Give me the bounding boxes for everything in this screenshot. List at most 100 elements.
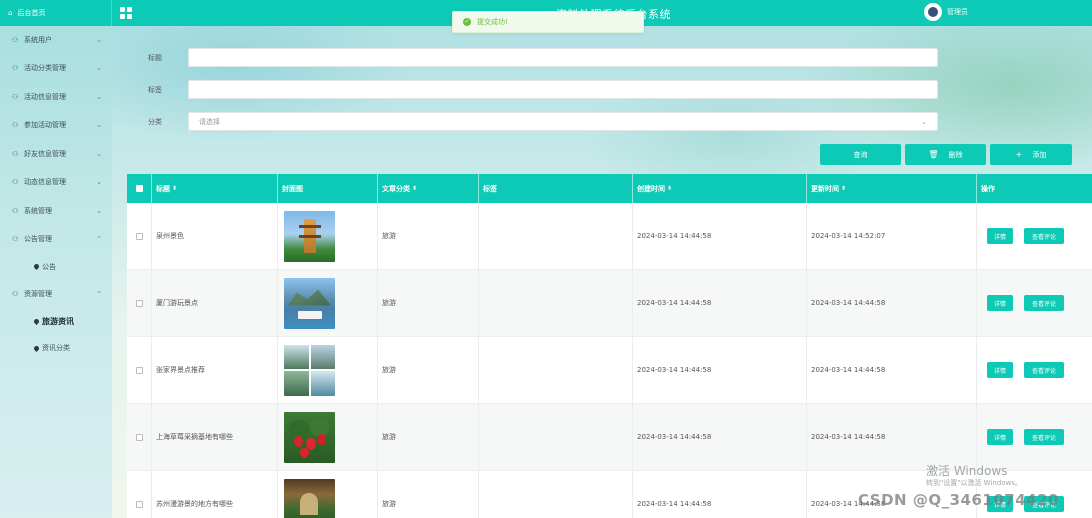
created-cell: 2024-03-14 14:44:58: [633, 471, 807, 518]
home-link[interactable]: ⌂ 后台首页: [0, 0, 112, 26]
detail-button[interactable]: 详情: [987, 228, 1013, 244]
sidebar-item-label: 好友信息管理: [24, 149, 66, 158]
main-content: 标题 标签 分类 请选择 ⌄ 查询 🗑 删除 + 添加 标题 ⬍ 封面图 文章分类…: [112, 26, 1092, 518]
chevron-down-icon: ⌄: [96, 92, 102, 101]
col-actions: 操作: [977, 174, 1092, 203]
created-cell: 2024-03-14 14:44:58: [633, 337, 807, 403]
sidebar-item-activity-category[interactable]: ⚇ 活动分类管理 ⌄: [0, 54, 112, 83]
sidebar: ⚇ 系统用户 ⌄ ⚇ 活动分类管理 ⌄ ⚇ 活动信息管理 ⌄ ⚇ 参加活动管理 ⌄ ⚇ 好友信息管…: [0, 26, 112, 518]
row-checkbox[interactable]: [135, 433, 143, 441]
chevron-down-icon: ⌄: [96, 149, 102, 158]
row-select-cell: [127, 337, 152, 403]
title-cell: 厦门游玩景点: [152, 270, 278, 336]
sidebar-item-activity-info[interactable]: ⚇ 活动信息管理 ⌄: [0, 83, 112, 112]
sidebar-item-dynamics[interactable]: ⚇ 动态信息管理 ⌄: [0, 168, 112, 197]
sidebar-subitem-travel-news[interactable]: 旅游资讯: [0, 309, 112, 336]
chevron-down-icon: ⌄: [96, 178, 102, 186]
col-created[interactable]: 创建时间 ⬍: [633, 174, 807, 203]
cover-image-strawberry[interactable]: [284, 411, 335, 463]
tag-input[interactable]: [188, 80, 938, 99]
col-title[interactable]: 标题 ⬍: [152, 174, 278, 203]
view-comments-button[interactable]: 查看评论: [1024, 295, 1064, 311]
user-name: 管理员: [947, 8, 968, 16]
cover-cell: [278, 203, 378, 269]
row-checkbox[interactable]: [135, 500, 143, 508]
detail-button[interactable]: 详情: [987, 295, 1013, 311]
header-label: 封面图: [282, 184, 303, 193]
title-cell: 张家界景点推荐: [152, 337, 278, 403]
menu-grid-icon[interactable]: [120, 7, 132, 19]
add-button[interactable]: + 添加: [990, 144, 1072, 165]
sidebar-item-resource-manage[interactable]: ⚇ 资源管理 ⌃: [0, 280, 112, 309]
sidebar-item-label: 公告管理: [24, 235, 52, 244]
row-checkbox[interactable]: [135, 299, 143, 307]
cover-image-boat[interactable]: [284, 277, 335, 329]
cover-image-pagoda[interactable]: [284, 210, 335, 262]
cover-cell: [278, 270, 378, 336]
menu-icon: ⚇: [12, 92, 19, 101]
delete-button[interactable]: 🗑 删除: [905, 144, 986, 165]
category-label: 分类: [148, 117, 162, 126]
col-tag: 标签: [479, 174, 633, 203]
chevron-down-icon: ⌄: [96, 64, 102, 72]
col-updated[interactable]: 更新时间 ⬍: [807, 174, 977, 203]
query-button[interactable]: 查询: [820, 144, 901, 165]
menu-icon: ⚇: [12, 121, 19, 130]
updated-cell: 2024-03-14 14:44:58: [807, 337, 977, 403]
title-label: 标题: [148, 53, 162, 62]
view-comments-button[interactable]: 查看评论: [1024, 228, 1064, 244]
sidebar-item-friends[interactable]: ⚇ 好友信息管理 ⌄: [0, 140, 112, 169]
actions-cell: 详情 查看评论: [977, 404, 1092, 470]
tag-cell: [479, 337, 633, 403]
home-label: 后台首页: [17, 9, 46, 17]
sidebar-subitem-notice[interactable]: 公告: [0, 254, 112, 281]
sort-icon: ⬍: [667, 185, 673, 192]
success-icon: ✓: [463, 18, 471, 26]
detail-button[interactable]: 详情: [987, 362, 1013, 378]
tag-input-box[interactable]: [199, 81, 927, 98]
sidebar-item-label: 活动信息管理: [24, 92, 66, 101]
actions-cell: 详情 查看评论: [977, 203, 1092, 269]
sort-icon: ⬍: [172, 185, 178, 192]
view-comments-button[interactable]: 查看评论: [1024, 429, 1064, 445]
header-label: 操作: [981, 184, 995, 193]
row-checkbox[interactable]: [135, 366, 143, 374]
cover-image-garden[interactable]: [284, 478, 335, 518]
row-select-cell: [127, 404, 152, 470]
category-select[interactable]: 请选择 ⌄: [188, 112, 938, 131]
table-header: 标题 ⬍ 封面图 文章分类 ⬍ 标签 创建时间 ⬍ 更新时间 ⬍ 操作: [127, 174, 1092, 203]
view-comments-button[interactable]: 查看评论: [1024, 362, 1064, 378]
sidebar-item-system-manage[interactable]: ⚇ 系统管理 ⌄: [0, 197, 112, 226]
menu-icon: ⚇: [12, 290, 19, 299]
sidebar-item-notice-manage[interactable]: ⚇ 公告管理 ⌃: [0, 225, 112, 254]
windows-activation-title: 激活 Windows: [926, 464, 1008, 478]
col-category[interactable]: 文章分类 ⬍: [378, 174, 479, 203]
actions-cell: 详情 查看评论: [977, 270, 1092, 336]
category-cell: 旅游: [378, 203, 479, 269]
sidebar-item-label: 系统用户: [24, 36, 52, 44]
detail-button[interactable]: 详情: [987, 429, 1013, 445]
user-menu[interactable]: 管理员: [924, 3, 968, 21]
chevron-down-icon: ⌄: [921, 117, 927, 126]
cover-image-mountains[interactable]: [284, 344, 335, 396]
category-filter-row: 分类 请选择 ⌄: [148, 112, 938, 131]
row-checkbox[interactable]: [135, 232, 143, 240]
table-row: 厦门游玩景点 旅游 2024-03-14 14:44:58 2024-03-14…: [127, 270, 1092, 337]
created-cell: 2024-03-14 14:44:58: [633, 270, 807, 336]
delete-label: 删除: [948, 150, 963, 159]
cover-cell: [278, 337, 378, 403]
category-cell: 旅游: [378, 337, 479, 403]
cover-cell: [278, 404, 378, 470]
sidebar-item-system-users[interactable]: ⚇ 系统用户 ⌄: [0, 26, 112, 54]
updated-cell: 2024-03-14 14:44:58: [807, 270, 977, 336]
sidebar-item-label: 系统管理: [24, 206, 52, 215]
sidebar-item-join-activity[interactable]: ⚇ 参加活动管理 ⌄: [0, 111, 112, 140]
select-all-checkbox[interactable]: [135, 185, 143, 192]
title-cell: 苏州漫游景的地方有哪些: [152, 471, 278, 518]
sort-icon: ⬍: [412, 185, 418, 192]
updated-cell: 2024-03-14 14:44:58: [807, 404, 977, 470]
sidebar-subitem-news-category[interactable]: 资讯分类: [0, 335, 112, 362]
title-input-box[interactable]: [199, 49, 927, 66]
add-label: 添加: [1032, 150, 1047, 159]
title-input[interactable]: [188, 48, 938, 67]
